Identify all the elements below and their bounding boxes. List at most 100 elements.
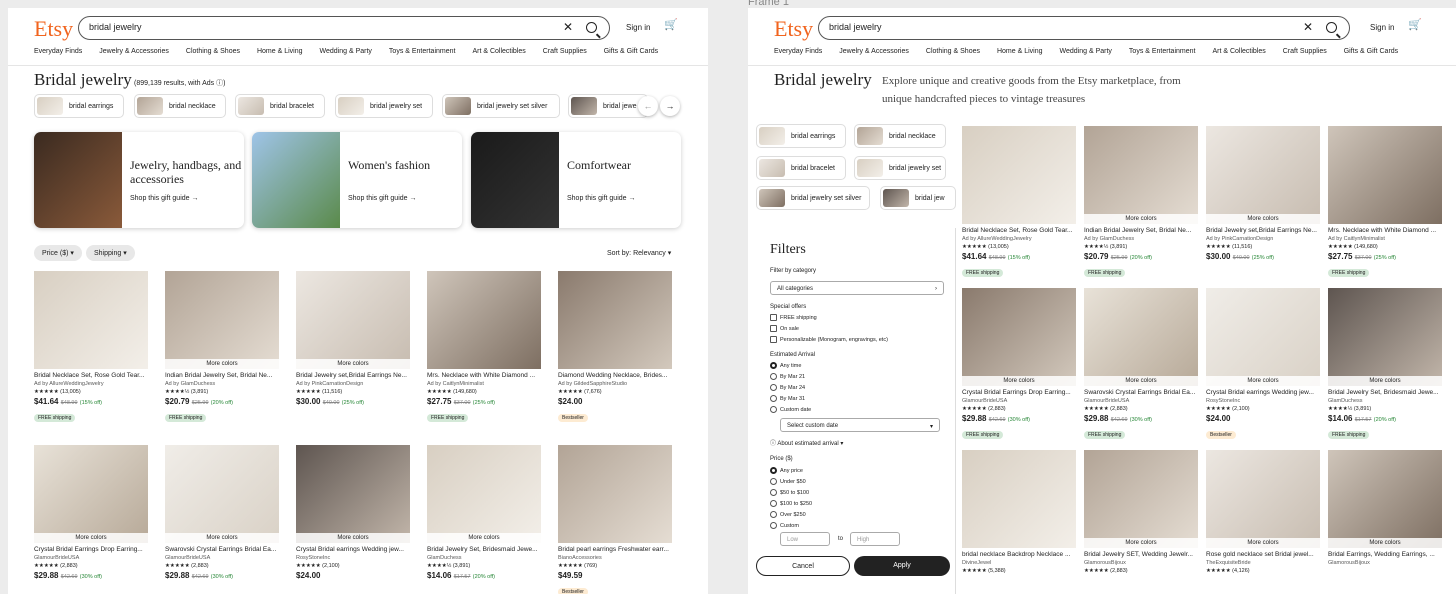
gift-guide-card[interactable]: Jewelry, handbags, and accessories Shop … (34, 132, 244, 228)
product-image[interactable] (962, 450, 1076, 548)
product-image[interactable] (962, 126, 1076, 224)
nav-home[interactable]: Home & Living (997, 48, 1043, 55)
chip-necklace[interactable]: bridal necklace (134, 94, 226, 118)
chevron-left-icon[interactable]: ← (638, 96, 658, 116)
apply-button[interactable]: Apply (854, 556, 950, 576)
product-title[interactable]: Bridal Earrings, Wedding Earrings, ... (1328, 551, 1442, 558)
product-image[interactable] (558, 271, 672, 369)
arrival-custom-radio[interactable]: Custom date (770, 406, 811, 413)
product-title[interactable]: Indian Bridal Jewelry Set, Bridal Ne... (1084, 227, 1198, 234)
product-title[interactable]: Bridal Jewelry Set, Bridesmaid Jewe... (1328, 389, 1442, 396)
product-image[interactable]: More colors (1084, 450, 1198, 548)
gift-guide-card[interactable]: Women's fashion Shop this gift guide → (252, 132, 462, 228)
product-title[interactable]: Mrs. Necklace with White Diamond ... (427, 372, 541, 379)
nav-jewelry[interactable]: Jewelry & Accessories (99, 48, 169, 55)
nav-art[interactable]: Art & Collectibles (472, 48, 525, 55)
nav-gifts[interactable]: Gifts & Gift Cards (604, 48, 658, 55)
product-image[interactable]: More colors (1206, 126, 1320, 224)
product-card[interactable]: More colors Indian Bridal Jewelry Set, Br… (165, 271, 279, 424)
product-card[interactable]: More colors Bridal Jewelry Set, Bridesmai… (427, 445, 541, 580)
product-card[interactable]: Mrs. Necklace with White Diamond ... Ad b… (427, 271, 541, 424)
chip-jewelry-truncated[interactable]: bridal jewe (568, 94, 648, 118)
product-image[interactable]: More colors (296, 445, 410, 543)
product-card[interactable]: More colors Bridal Jewelry Set, Bridesmai… (1328, 288, 1442, 441)
product-title[interactable]: Bridal pearl earrings Freshwater earr... (558, 546, 672, 553)
chip-jewelry-set-silver[interactable]: bridal jewelry set silver (756, 186, 870, 210)
signin-link[interactable]: Sign in (626, 23, 650, 32)
nav-toys[interactable]: Toys & Entertainment (1129, 48, 1196, 55)
arrival-anytime-radio[interactable]: Any time (770, 362, 801, 369)
nav-everyday[interactable]: Everyday Finds (774, 48, 822, 55)
price-high-input[interactable]: High (850, 532, 900, 546)
product-image[interactable]: More colors (296, 271, 410, 369)
product-card[interactable]: bridal necklace Backdrop Necklace ... Div… (962, 450, 1076, 574)
chip-bracelet[interactable]: bridal bracelet (756, 156, 846, 180)
product-title[interactable]: bridal necklace Backdrop Necklace ... (962, 551, 1076, 558)
product-card[interactable]: More colors Bridal Jewelry set,Bridal Ear… (296, 271, 410, 406)
cancel-button[interactable]: Cancel (756, 556, 850, 576)
nav-everyday[interactable]: Everyday Finds (34, 48, 82, 55)
chip-necklace[interactable]: bridal necklace (854, 124, 946, 148)
chevron-right-icon[interactable]: → (660, 96, 680, 116)
product-image[interactable]: More colors (1328, 450, 1442, 548)
price-low-input[interactable]: Low (780, 532, 830, 546)
product-image[interactable] (1328, 126, 1442, 224)
product-card[interactable]: More colors Bridal Jewelry SET, Wedding J… (1084, 450, 1198, 574)
product-image[interactable] (34, 271, 148, 369)
product-card[interactable]: More colors Swarovski Crystal Earrings Br… (165, 445, 279, 580)
nav-art[interactable]: Art & Collectibles (1212, 48, 1265, 55)
product-title[interactable]: Mrs. Necklace with White Diamond ... (1328, 227, 1442, 234)
price-50-100-radio[interactable]: $50 to $100 (770, 489, 809, 496)
product-card[interactable]: Bridal Necklace Set, Rose Gold Tear... Ad… (34, 271, 148, 424)
product-image[interactable]: More colors (34, 445, 148, 543)
cart-icon[interactable]: 🛒 (1408, 18, 1422, 31)
cart-icon[interactable]: 🛒 (664, 18, 678, 31)
product-image[interactable] (427, 271, 541, 369)
product-title[interactable]: Crystal Bridal earrings Wedding jew... (1206, 389, 1320, 396)
arrival-mar21-radio[interactable]: By Mar 21 (770, 373, 805, 380)
free-shipping-checkbox[interactable]: FREE shipping (770, 314, 817, 321)
product-card[interactable]: Bridal pearl earrings Freshwater earr...… (558, 445, 672, 594)
product-image[interactable]: More colors (427, 445, 541, 543)
product-title[interactable]: Bridal Necklace Set, Rose Gold Tear... (962, 227, 1076, 234)
product-title[interactable]: Indian Bridal Jewelry Set, Bridal Ne... (165, 372, 279, 379)
search-input[interactable]: bridal jewelry ✕ (818, 16, 1350, 40)
product-image[interactable]: More colors (1084, 288, 1198, 386)
product-title[interactable]: Diamond Wedding Necklace, Brides... (558, 372, 672, 379)
nav-clothing[interactable]: Clothing & Shoes (926, 48, 980, 55)
nav-wedding[interactable]: Wedding & Party (1060, 48, 1112, 55)
product-image[interactable] (558, 445, 672, 543)
nav-toys[interactable]: Toys & Entertainment (389, 48, 456, 55)
price-filter[interactable]: Price ($) ▾ (34, 245, 82, 261)
product-card[interactable]: More colors Bridal Jewelry set,Bridal Ear… (1206, 126, 1320, 261)
product-image[interactable]: More colors (1206, 288, 1320, 386)
nav-gifts[interactable]: Gifts & Gift Cards (1344, 48, 1398, 55)
etsy-logo[interactable]: Etsy (34, 16, 73, 42)
on-sale-checkbox[interactable]: On sale (770, 325, 799, 332)
product-card[interactable]: More colors Crystal Bridal Earrings Drop … (34, 445, 148, 580)
product-title[interactable]: Rose gold necklace set Bridal jewel... (1206, 551, 1320, 558)
chip-jewelry-set[interactable]: bridal jewelry set (335, 94, 433, 118)
arrival-mar31-radio[interactable]: By Mar 31 (770, 395, 805, 402)
etsy-logo[interactable]: Etsy (774, 16, 813, 42)
product-title[interactable]: Bridal Jewelry set,Bridal Earrings Ne... (296, 372, 410, 379)
shipping-filter[interactable]: Shipping ▾ (86, 245, 135, 261)
product-card[interactable]: More colors Indian Bridal Jewelry Set, Br… (1084, 126, 1198, 279)
product-card[interactable]: More colors Rose gold necklace set Bridal… (1206, 450, 1320, 574)
price-over250-radio[interactable]: Over $250 (770, 511, 806, 518)
product-image[interactable]: More colors (165, 445, 279, 543)
nav-clothing[interactable]: Clothing & Shoes (186, 48, 240, 55)
nav-home[interactable]: Home & Living (257, 48, 303, 55)
clear-icon[interactable]: ✕ (1303, 20, 1313, 34)
product-title[interactable]: Bridal Jewelry set,Bridal Earrings Ne... (1206, 227, 1320, 234)
nav-wedding[interactable]: Wedding & Party (320, 48, 372, 55)
product-card[interactable]: More colors Crystal Bridal earrings Weddi… (296, 445, 410, 580)
product-title[interactable]: Bridal Jewelry SET, Wedding Jewelr... (1084, 551, 1198, 558)
info-icon[interactable]: ⓘ (216, 80, 223, 87)
category-select[interactable]: All categories › (770, 281, 944, 295)
chip-earrings[interactable]: bridal earrings (756, 124, 846, 148)
search-input[interactable]: bridal jewelry ✕ (78, 16, 610, 40)
product-image[interactable]: More colors (1328, 288, 1442, 386)
chip-jewelry-set[interactable]: bridal jewelry set (854, 156, 946, 180)
arrival-mar24-radio[interactable]: By Mar 24 (770, 384, 805, 391)
